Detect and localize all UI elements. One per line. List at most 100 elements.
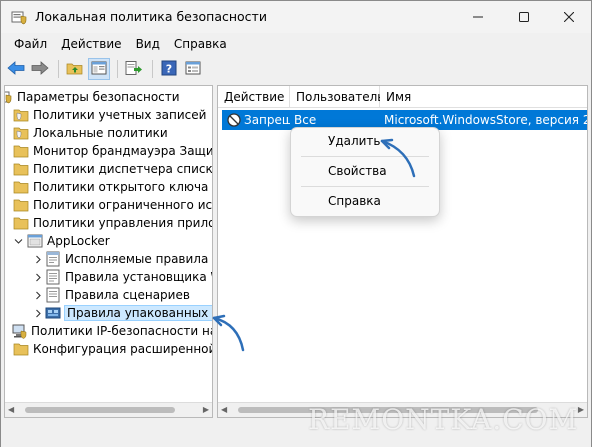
- watermark: REMONTKA.COM: [308, 403, 579, 436]
- tree-item-executable-rules[interactable]: Исполняемые правила: [31, 250, 208, 268]
- folder-icon: [13, 179, 29, 195]
- help-icon: ?: [161, 60, 177, 79]
- menu-view[interactable]: Вид: [129, 37, 167, 51]
- menu-action[interactable]: Действие: [54, 37, 128, 51]
- scroll-left-icon[interactable]: ◀: [221, 405, 227, 414]
- tree-item-label: Политики ограниченного использования про…: [33, 198, 213, 212]
- scroll-right-icon[interactable]: ▶: [578, 405, 584, 414]
- maximize-button[interactable]: [501, 1, 547, 33]
- deny-icon: [226, 112, 242, 131]
- export-list-icon: [125, 60, 143, 79]
- scrollbar-thumb[interactable]: [25, 407, 175, 413]
- title-bar: Локальная политика безопасности: [1, 1, 591, 33]
- window-title: Локальная политика безопасности: [35, 9, 267, 24]
- column-header-user[interactable]: Пользователь: [290, 86, 384, 108]
- show-hide-tree-button[interactable]: [88, 58, 110, 80]
- show-hide-tree-icon: [91, 60, 107, 79]
- tree-item-software-restriction[interactable]: Политики ограниченного использования про…: [13, 196, 213, 214]
- context-menu-properties[interactable]: Свойства: [291, 158, 439, 184]
- tree-horizontal-scrollbar[interactable]: ◀ ▶: [5, 402, 212, 417]
- forward-arrow-icon: [31, 60, 49, 79]
- context-menu: Удалить Свойства Справка: [290, 127, 440, 217]
- folder-shield-icon: [13, 107, 29, 123]
- column-header-name[interactable]: Имя: [380, 86, 587, 108]
- folder-icon: [13, 197, 29, 213]
- tree-item-public-key[interactable]: Политики открытого ключа: [13, 178, 208, 196]
- folder-icon: [13, 161, 29, 177]
- app-window: Локальная политика безопасности Файл Дей…: [0, 0, 592, 447]
- menu-help[interactable]: Справка: [167, 37, 234, 51]
- applocker-icon: [27, 233, 43, 249]
- context-menu-separator: [301, 186, 429, 187]
- cell-action: Запрещено: [244, 113, 290, 127]
- tree-item-label: Политики открытого ключа: [33, 180, 209, 194]
- tree-item-label: Правила установщика Windows: [65, 270, 212, 284]
- tree-pane: Параметры безопасности Политики учетных …: [4, 85, 213, 418]
- properties-button[interactable]: [182, 58, 204, 80]
- tree-item-script-rules[interactable]: Правила сценариев: [31, 286, 190, 304]
- chevron-down-icon[interactable]: [11, 233, 25, 249]
- back-arrow-icon: [7, 60, 25, 79]
- tree-item-label: Исполняемые правила: [65, 252, 209, 266]
- script-rules-icon: [45, 287, 61, 303]
- context-menu-separator: [301, 156, 429, 157]
- tree-item-advanced-audit[interactable]: Конфигурация расширенной политики аудита: [13, 340, 213, 358]
- tree-item-label: Правила упакованных приложений: [63, 305, 212, 321]
- tree-item-ip-security[interactable]: Политики IP-безопасности на "Локальный к…: [11, 322, 212, 340]
- folder-shield-icon: [13, 125, 29, 141]
- folder-icon: [13, 215, 29, 231]
- tree-item-label: Монитор брандмауэра Защитника Windows: [33, 144, 213, 158]
- tree-item-label: Локальные политики: [33, 126, 168, 140]
- svg-text:?: ?: [166, 62, 172, 75]
- toolbar-separator: [152, 60, 153, 78]
- tree-item-network-list[interactable]: Политики диспетчера списка сетей: [13, 160, 213, 178]
- tree-item-label: Политики диспетчера списка сетей: [33, 162, 213, 176]
- toolbar-separator: [117, 60, 118, 78]
- tree-item-label: Политики управления приложениями: [33, 216, 212, 230]
- installer-rules-icon: [45, 269, 61, 285]
- tree-item-label: AppLocker: [47, 234, 110, 248]
- tree-item-local-policies[interactable]: Локальные политики: [13, 124, 168, 142]
- folder-up-icon: [66, 60, 84, 79]
- tree-item-installer-rules[interactable]: Правила установщика Windows: [31, 268, 212, 286]
- packaged-app-rules-icon: [45, 305, 61, 321]
- tree-item-packaged-app-rules[interactable]: Правила упакованных приложений: [31, 304, 212, 322]
- chevron-right-icon[interactable]: [31, 269, 45, 285]
- tree-root[interactable]: Параметры безопасности: [5, 88, 180, 106]
- close-button[interactable]: [546, 1, 592, 33]
- tree-item-applocker[interactable]: AppLocker: [11, 232, 110, 250]
- folder-icon: [13, 143, 29, 159]
- minimize-button[interactable]: [455, 1, 501, 33]
- menu-file[interactable]: Файл: [7, 37, 54, 51]
- export-list-button[interactable]: [123, 58, 145, 80]
- chevron-right-icon[interactable]: [31, 305, 45, 321]
- help-button[interactable]: ?: [158, 58, 180, 80]
- toolbar-separator: [58, 60, 59, 78]
- tree-item-label: Политики учетных записей: [33, 108, 207, 122]
- column-header-action[interactable]: Действие: [218, 86, 290, 108]
- security-policy-app-icon: [11, 9, 27, 25]
- folder-icon: [13, 341, 29, 357]
- tree-item-app-control[interactable]: Политики управления приложениями: [13, 214, 212, 232]
- menu-bar: Файл Действие Вид Справка: [1, 33, 591, 55]
- scroll-right-icon[interactable]: ▶: [203, 405, 209, 414]
- tree-item-firewall[interactable]: Монитор брандмауэра Защитника Windows: [13, 142, 213, 160]
- context-menu-help[interactable]: Справка: [291, 188, 439, 214]
- tree-item-label: Политики IP-безопасности на "Локальный к…: [31, 324, 212, 338]
- executable-rules-icon: [45, 251, 61, 267]
- forward-button[interactable]: [29, 58, 51, 80]
- context-menu-delete[interactable]: Удалить: [291, 128, 439, 154]
- tree-item-account-policies[interactable]: Политики учетных записей: [13, 106, 206, 124]
- up-one-level-button[interactable]: [64, 58, 86, 80]
- chevron-right-icon[interactable]: [31, 287, 45, 303]
- tree-item-label: Правила сценариев: [65, 288, 190, 302]
- security-settings-icon: [5, 89, 13, 105]
- properties-icon: [185, 60, 201, 79]
- ip-security-icon: [11, 323, 27, 339]
- tree-item-label: Конфигурация расширенной политики аудита: [33, 342, 213, 356]
- scroll-left-icon[interactable]: ◀: [8, 405, 14, 414]
- back-button[interactable]: [5, 58, 27, 80]
- tree-root-label: Параметры безопасности: [17, 90, 180, 104]
- chevron-right-icon[interactable]: [31, 251, 45, 267]
- toolbar: ?: [1, 55, 591, 83]
